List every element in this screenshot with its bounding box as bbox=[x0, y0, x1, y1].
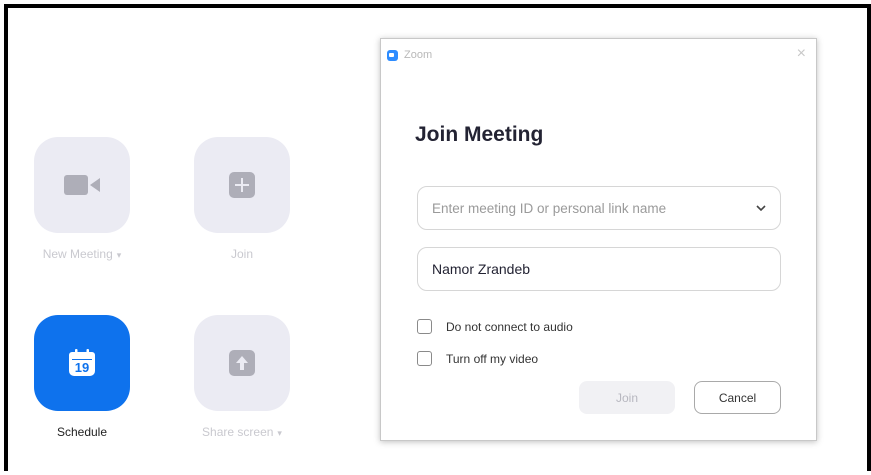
join-tile-label: Join bbox=[230, 247, 253, 261]
dialog-title-bar[interactable]: Zoom × bbox=[381, 39, 816, 71]
new-meeting-label: New Meeting ▾ bbox=[42, 247, 122, 261]
join-tile-button[interactable] bbox=[194, 137, 290, 233]
schedule-label: Schedule bbox=[56, 425, 108, 439]
no-audio-label: Do not connect to audio bbox=[446, 319, 573, 334]
join-button[interactable]: Join bbox=[579, 381, 675, 414]
video-off-checkbox[interactable] bbox=[417, 351, 432, 366]
cancel-button[interactable]: Cancel bbox=[694, 381, 781, 414]
share-screen-label: Share screen ▾ bbox=[202, 425, 282, 439]
display-name-field[interactable] bbox=[417, 247, 781, 291]
meeting-id-placeholder: Enter meeting ID or personal link name bbox=[432, 200, 667, 216]
join-meeting-dialog: Zoom × Join Meeting Enter meeting ID or … bbox=[380, 38, 817, 441]
schedule-tile[interactable]: 19 Schedule bbox=[34, 315, 130, 439]
plus-icon bbox=[229, 172, 255, 198]
no-audio-checkbox[interactable] bbox=[417, 319, 432, 334]
chevron-down-icon[interactable] bbox=[756, 203, 766, 214]
share-screen-tile[interactable]: Share screen ▾ bbox=[194, 315, 290, 439]
display-name-input[interactable] bbox=[432, 261, 766, 277]
new-meeting-button[interactable] bbox=[34, 137, 130, 233]
share-screen-button[interactable] bbox=[194, 315, 290, 411]
join-tile[interactable]: Join bbox=[194, 137, 290, 261]
dialog-heading: Join Meeting bbox=[415, 123, 544, 146]
camera-icon bbox=[64, 175, 100, 195]
calendar-icon: 19 bbox=[68, 349, 96, 377]
chevron-down-icon[interactable]: ▾ bbox=[277, 428, 282, 438]
chevron-down-icon[interactable]: ▾ bbox=[117, 250, 122, 260]
zoom-logo-icon bbox=[387, 50, 398, 61]
share-up-arrow-icon bbox=[229, 350, 255, 376]
video-off-label: Turn off my video bbox=[446, 351, 539, 366]
close-icon[interactable]: × bbox=[797, 45, 806, 63]
schedule-button[interactable]: 19 bbox=[34, 315, 130, 411]
video-off-option[interactable]: Turn off my video bbox=[417, 351, 538, 366]
dialog-app-title: Zoom bbox=[404, 49, 433, 61]
app-frame: New Meeting ▾ Join 19 Schedule Share scr… bbox=[4, 4, 871, 471]
calendar-day: 19 bbox=[74, 360, 90, 375]
meeting-id-input[interactable]: Enter meeting ID or personal link name bbox=[417, 186, 781, 230]
new-meeting-tile[interactable]: New Meeting ▾ bbox=[34, 137, 130, 261]
no-audio-option[interactable]: Do not connect to audio bbox=[417, 319, 573, 334]
